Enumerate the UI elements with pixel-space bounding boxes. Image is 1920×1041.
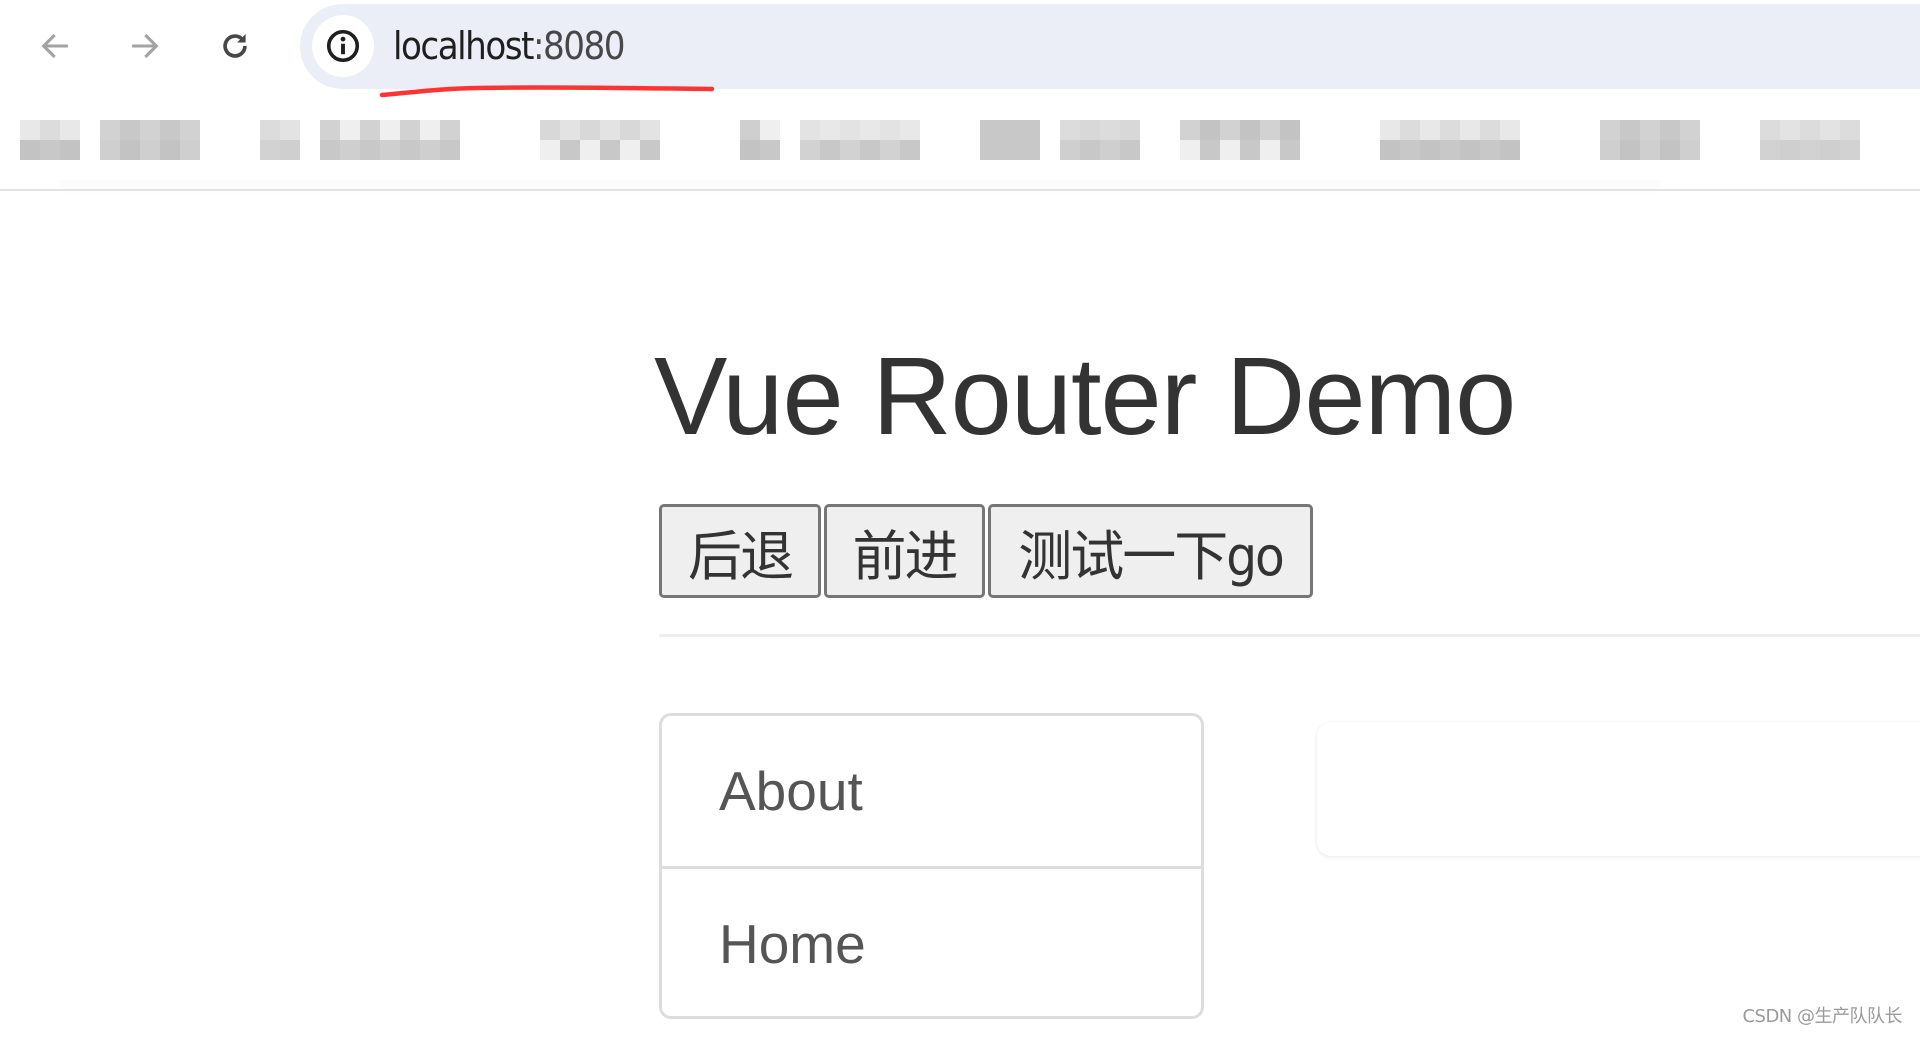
browser-toolbar: localhost:8080 <box>0 0 1920 110</box>
history-buttons: 后退 前进 测试一下go <box>659 504 1313 598</box>
url-text[interactable]: localhost:8080 <box>393 24 626 68</box>
bookmark-blurred <box>800 120 920 160</box>
page-title: Vue Router Demo <box>654 335 1516 458</box>
address-bar[interactable]: localhost:8080 <box>300 4 1920 89</box>
arrow-right-icon <box>132 33 159 59</box>
bookmark-blurred <box>980 120 1040 160</box>
bookmark-blurred <box>100 120 200 160</box>
horizontal-divider <box>659 634 1920 637</box>
bookmark-blurred <box>740 120 780 160</box>
reload-icon <box>223 33 247 58</box>
router-nav-list: About Home <box>659 713 1204 1019</box>
test-go-button[interactable]: 测试一下go <box>988 504 1313 598</box>
url-host: localhost <box>393 24 534 68</box>
toolbar-separator <box>0 189 1920 191</box>
bookmarks-bar-blurred <box>0 110 1920 188</box>
bookmark-blurred <box>1760 120 1860 160</box>
back-history-button[interactable]: 后退 <box>659 504 821 598</box>
site-info-button[interactable] <box>312 15 374 77</box>
nav-link-home[interactable]: Home <box>662 866 1201 1016</box>
bookmark-blurred <box>260 120 300 160</box>
bookmark-blurred <box>20 120 80 160</box>
bookmark-blurred <box>1380 120 1520 160</box>
arrow-left-icon <box>41 33 68 59</box>
nav-link-about[interactable]: About <box>662 716 1201 866</box>
bookmark-blurred <box>1060 120 1140 160</box>
url-port: :8080 <box>532 24 626 68</box>
forward-history-button[interactable]: 前进 <box>824 504 985 598</box>
watermark: CSDN @生产队队长 <box>1742 1006 1902 1027</box>
forward-button[interactable] <box>117 18 173 74</box>
reload-button[interactable] <box>207 18 263 74</box>
bookmark-blurred <box>1600 120 1700 160</box>
router-view-panel <box>1317 722 1920 856</box>
back-button[interactable] <box>27 18 83 74</box>
bookmark-blurred <box>1180 120 1300 160</box>
info-circle-icon <box>326 29 360 63</box>
bookmark-blurred <box>320 120 460 160</box>
bookmark-blurred <box>540 120 660 160</box>
